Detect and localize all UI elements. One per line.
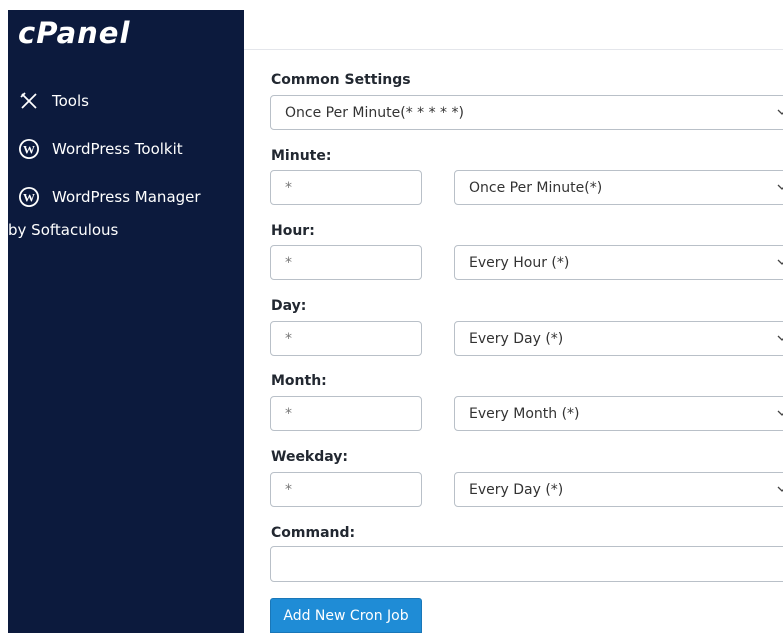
- svg-text:W: W: [23, 143, 35, 157]
- select-value: Once Per Minute(* * * * *): [285, 104, 464, 121]
- command-label: Command:: [271, 525, 356, 541]
- day-select[interactable]: Every Day (*): [454, 321, 783, 356]
- hour-label: Hour:: [271, 223, 315, 239]
- day-label: Day:: [271, 298, 307, 314]
- sidebar-item-sublabel[interactable]: by Softaculous: [8, 221, 118, 239]
- select-value: Every Month (*): [469, 405, 580, 422]
- chevron-down-icon: [777, 333, 783, 343]
- month-label: Month:: [271, 373, 327, 389]
- minute-label: Minute:: [271, 148, 332, 164]
- wordpress-icon: W: [18, 186, 40, 208]
- day-input[interactable]: *: [270, 321, 422, 356]
- weekday-select[interactable]: Every Day (*): [454, 472, 783, 507]
- minute-input[interactable]: *: [270, 170, 422, 205]
- hour-input[interactable]: *: [270, 245, 422, 280]
- sidebar-item-wordpress-manager[interactable]: W WordPress Manager: [18, 186, 201, 208]
- common-settings-select[interactable]: Once Per Minute(* * * * *): [270, 95, 783, 130]
- select-value: Once Per Minute(*): [469, 179, 603, 196]
- add-new-cron-job-button[interactable]: Add New Cron Job: [270, 598, 422, 633]
- month-input[interactable]: *: [270, 396, 422, 431]
- chevron-down-icon: [777, 484, 783, 494]
- weekday-label: Weekday:: [271, 449, 349, 465]
- chevron-down-icon: [777, 408, 783, 418]
- svg-text:W: W: [23, 191, 35, 205]
- sidebar-item-label: Tools: [52, 92, 89, 110]
- sidebar-item-label: WordPress Manager: [52, 188, 201, 206]
- minute-select[interactable]: Once Per Minute(*): [454, 170, 783, 205]
- weekday-input[interactable]: *: [270, 472, 422, 507]
- cpanel-logo[interactable]: cPanel: [18, 16, 130, 50]
- common-settings-label: Common Settings: [271, 72, 411, 88]
- month-select[interactable]: Every Month (*): [454, 396, 783, 431]
- chevron-down-icon: [777, 257, 783, 267]
- select-value: Every Hour (*): [469, 254, 570, 271]
- select-value: Every Day (*): [469, 330, 564, 347]
- sidebar-item-wordpress-toolkit[interactable]: W WordPress Toolkit: [18, 138, 183, 160]
- top-bar: [244, 10, 783, 50]
- sidebar-item-label: WordPress Toolkit: [52, 140, 183, 158]
- sidebar: cPanel Tools W WordPress Toolkit W WordP…: [8, 10, 244, 633]
- chevron-down-icon: [777, 107, 783, 117]
- tools-icon: [18, 90, 40, 112]
- chevron-down-icon: [777, 182, 783, 192]
- command-input[interactable]: [270, 546, 783, 582]
- wordpress-icon: W: [18, 138, 40, 160]
- sidebar-item-tools[interactable]: Tools: [18, 90, 89, 112]
- hour-select[interactable]: Every Hour (*): [454, 245, 783, 280]
- select-value: Every Day (*): [469, 481, 564, 498]
